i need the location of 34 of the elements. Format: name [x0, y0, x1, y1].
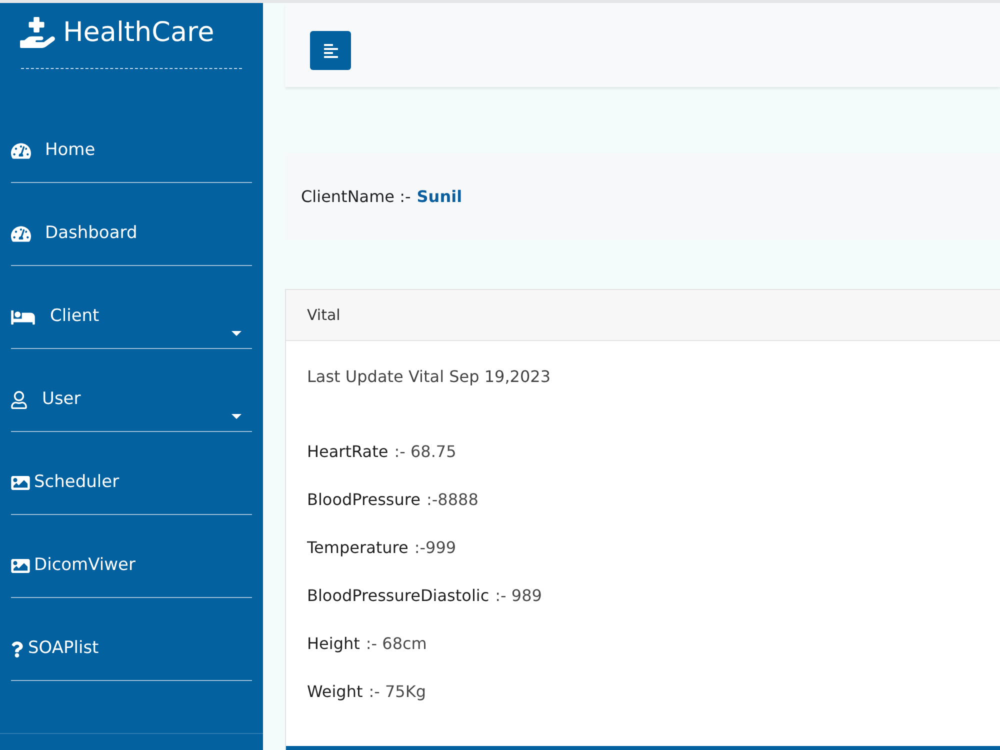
image-icon	[11, 476, 30, 490]
nav-item[interactable]: Client	[11, 266, 252, 349]
reading-value: :- 68cm	[366, 633, 427, 655]
reading-label: Temperature	[307, 537, 408, 559]
reading-label: Weight	[307, 681, 363, 703]
nav-item[interactable]: Home	[11, 100, 252, 183]
reading-label: BloodPressureDiastolic	[307, 585, 490, 607]
question-mark-icon	[11, 640, 23, 658]
nav-item[interactable]: Dashboard	[11, 183, 252, 266]
reading-label: HeartRate	[307, 441, 388, 463]
reading-label: Height	[307, 633, 360, 655]
medical-hand-logo-icon	[20, 17, 55, 48]
nav-item[interactable]: Scheduler	[11, 432, 252, 515]
reading-value: :- 75Kg	[368, 681, 426, 703]
client-name-label: ClientName :-	[301, 186, 411, 208]
reading-value: :- 989	[495, 585, 542, 607]
reading-label: BloodPressure	[307, 489, 420, 511]
nav-item[interactable]: User	[11, 349, 252, 432]
user-icon	[11, 391, 27, 409]
brand-name: HealthCare	[63, 16, 214, 50]
nav-item[interactable]: DicomViwer	[11, 515, 252, 598]
last-update-text: Last Update Vital Sep 19,2023	[307, 366, 550, 388]
gauge-icon	[11, 225, 31, 243]
menu-icon	[324, 42, 338, 58]
reading-value: :-999	[414, 537, 456, 559]
bed-icon	[11, 308, 35, 326]
gauge-icon	[11, 142, 31, 160]
nav-item[interactable]: SOAPlist	[11, 598, 252, 681]
reading-value: :- 68.75	[394, 441, 456, 463]
vital-title: Vital	[307, 304, 340, 326]
reading-value: :-8888	[426, 489, 478, 511]
client-name-value: Sunil	[416, 186, 462, 208]
menu-toggle-button[interactable]	[310, 31, 351, 70]
image-icon	[11, 559, 30, 573]
